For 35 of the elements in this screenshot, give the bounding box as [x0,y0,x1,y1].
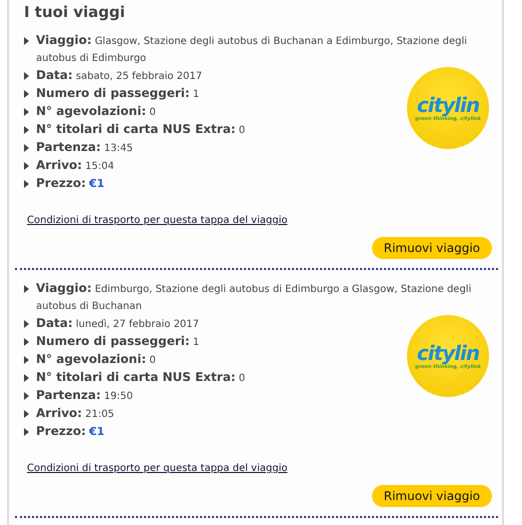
bullet-triangle-icon [24,356,29,364]
bullet-triangle-icon [24,144,29,152]
remove-trip-button[interactable]: Rimuovi viaggio [372,485,492,507]
bullet-triangle-icon [24,162,29,170]
bullet-triangle-icon [24,126,29,134]
trip-detail: Numero di passeggeri: 1 [36,85,200,102]
bullet-triangle-icon [24,37,29,45]
trip-detail: Partenza: 19:50 [36,387,133,404]
trip-detail: Data: lunedì, 27 febbraio 2017 [36,315,200,332]
trip-detail: N° titolari di carta NUS Extra: 0 [36,369,246,386]
trip-detail: Prezzo: €1 [36,423,104,440]
bullet-triangle-icon [24,285,29,293]
bullet-triangle-icon [24,338,29,346]
bullet-triangle-icon [24,428,29,436]
page-title: I tuoi viaggi [24,2,126,22]
bullet-triangle-icon [24,374,29,382]
bullet-triangle-icon [24,320,29,328]
trip-detail: N° agevolazioni: 0 [36,103,156,120]
bullet-triangle-icon [24,108,29,116]
bullet-triangle-icon [24,392,29,400]
bullet-triangle-icon [24,410,29,418]
trip-detail: Prezzo: €1 [36,175,104,192]
trip-detail: Arrivo: 15:04 [36,157,114,174]
trip-detail: N° titolari di carta NUS Extra: 0 [36,121,246,138]
trip-detail: N° agevolazioni: 0 [36,351,156,368]
conditions-link[interactable]: Condizioni di trasporto per questa tappa del viaggio [27,463,288,474]
trip-detail: Partenza: 13:45 [36,139,133,156]
trip-detail: Arrivo: 21:05 [36,405,114,422]
bullet-triangle-icon [24,72,29,80]
trip-detail: Data: sabato, 25 febbraio 2017 [36,67,202,84]
trip-detail: Numero di passeggeri: 1 [36,333,200,350]
conditions-link[interactable]: Condizioni di trasporto per questa tappa del viaggio [27,215,288,226]
bullet-triangle-icon [24,180,29,188]
remove-trip-button[interactable]: Rimuovi viaggio [372,237,492,259]
bullet-triangle-icon [24,90,29,98]
